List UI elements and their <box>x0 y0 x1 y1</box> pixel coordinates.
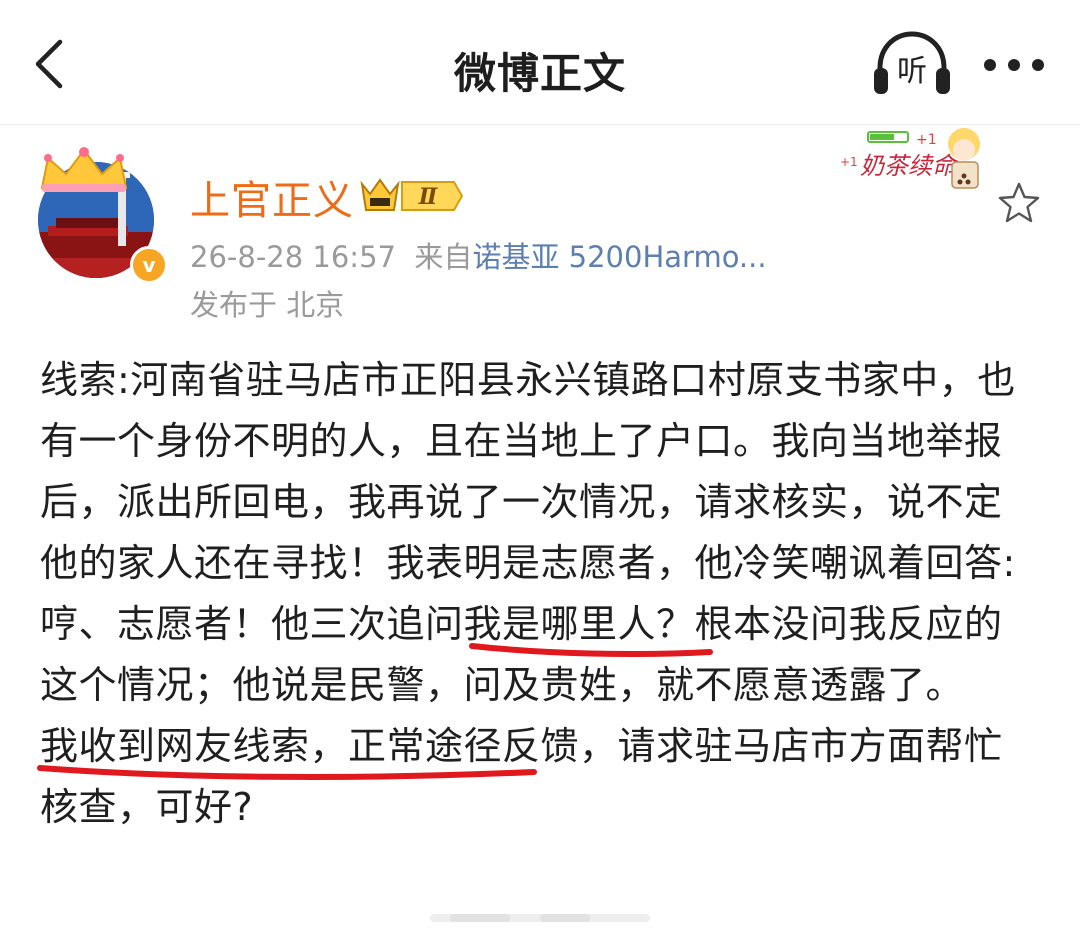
author-avatar-block[interactable]: v <box>34 144 168 284</box>
milk-tea-sticker: +1 +1 奶茶续命 <box>840 128 980 189</box>
listen-button[interactable]: 听 <box>870 30 954 100</box>
red-underline-2 <box>37 765 537 780</box>
top-nav-bar: 微博正文 听 <box>0 0 1080 125</box>
vip-level-badge[interactable]: Ⅱ <box>358 174 466 218</box>
verified-badge: v <box>130 246 168 284</box>
post-timestamp: 26-8-28 16:57 <box>190 240 396 274</box>
highlight-phrase-1: 哼、志愿者！ <box>40 602 272 646</box>
paragraph-1-intro: 线索:河南省驻马店市正阳县永兴镇路口村原支书家中，也有一个身份不明的人，且在当地… <box>40 358 1016 585</box>
source-device-link[interactable]: 诺基亚 5200Harmo... <box>472 240 766 274</box>
post-location: 发布于 北京 <box>190 288 345 322</box>
more-options-button[interactable] <box>974 40 1054 90</box>
red-underline-1 <box>469 643 713 657</box>
source-prefix: 来自 <box>414 240 473 274</box>
highlight-phrase-2: 问及贵姓，就不愿意透露了 <box>463 663 926 707</box>
listen-label: 听 <box>897 54 927 89</box>
watermark-dots <box>430 914 650 922</box>
author-name[interactable]: 上官正义 <box>190 168 354 226</box>
more-dots-icon <box>984 59 1044 71</box>
back-button[interactable] <box>24 34 84 94</box>
post-meta: 26-8-28 16:57 来自诺基亚 5200Harmo... <box>190 234 767 276</box>
favorite-button[interactable] <box>996 180 1042 226</box>
sticker-plus-left: +1 <box>840 155 858 169</box>
chevron-left-icon <box>35 39 63 89</box>
paragraph-1-end: 。 <box>925 663 965 707</box>
vip-level-text: Ⅱ <box>418 184 439 210</box>
star-icon <box>998 182 1040 223</box>
sticker-plus-top: +1 <box>916 132 937 148</box>
sticker-text: 奶茶续命 <box>860 152 959 180</box>
crown-icon <box>40 147 128 192</box>
